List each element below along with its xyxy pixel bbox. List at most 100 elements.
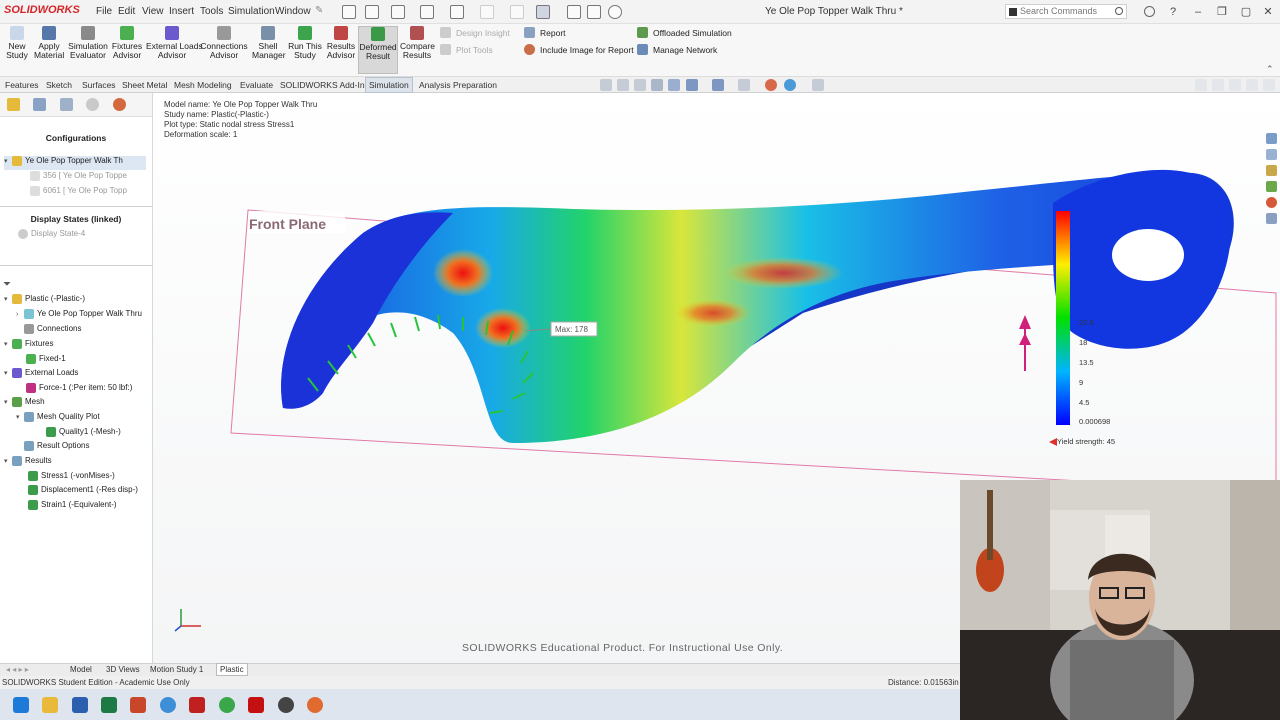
tab-motion-study[interactable]: Motion Study 1 [150,665,203,674]
config-item-active[interactable]: ▾ Ye Ole Pop Topper Walk Th [4,156,146,170]
search-input[interactable]: Search Commands [1005,4,1127,19]
new-document-icon[interactable] [365,5,379,19]
minimize-icon[interactable]: – [1192,6,1204,18]
menu-simulation[interactable]: Simulation [228,6,275,17]
display-state-item[interactable]: Display State-4 [18,229,148,243]
view-orientation-icon[interactable] [686,79,698,91]
dynamic-annotation-icon[interactable] [668,79,680,91]
hide-show-icon[interactable] [738,79,750,91]
view-palette-icon[interactable] [1266,181,1277,192]
report-button[interactable]: Report [524,27,566,38]
fixtures-advisor-button[interactable]: Fixtures Advisor [110,26,144,60]
help-icon[interactable]: ? [1167,6,1179,18]
tree-stress-1[interactable]: Stress1 (-vonMises-) [28,471,152,485]
panel-split-icon[interactable] [1229,79,1241,91]
redo-icon[interactable] [510,5,524,19]
file-properties-icon[interactable] [587,5,601,19]
tab-mesh-modeling[interactable]: Mesh Modeling [174,80,232,90]
offloaded-simulation-button[interactable]: Offloaded Simulation [637,27,732,38]
tab-addins[interactable]: SOLIDWORKS Add-Ins [280,80,369,90]
menu-insert[interactable]: Insert [169,6,194,17]
manage-network-button[interactable]: Manage Network [637,44,717,55]
tab-sketch[interactable]: Sketch [46,80,72,90]
external-loads-advisor-button[interactable]: External Loads Advisor [146,26,203,60]
simulation-evaluator-button[interactable]: Simulation Evaluator [68,26,108,60]
tree-mesh-quality-plot[interactable]: ▾ Mesh Quality Plot [16,412,152,426]
print-icon[interactable] [450,5,464,19]
close-icon[interactable]: ✕ [1262,6,1274,18]
select-icon[interactable] [536,5,550,19]
tree-result-options[interactable]: Result Options [16,441,152,455]
collapse-ribbon-icon[interactable]: ⌃ [1266,64,1274,75]
save-icon[interactable] [420,5,434,19]
powerpoint-icon[interactable] [130,697,146,713]
tree-force-1[interactable]: Force-1 (:Per item: 50 lbf:) [26,383,152,397]
results-advisor-button[interactable]: Results Advisor [326,26,356,60]
tab-model[interactable]: Model [70,665,92,674]
plot-tools-button[interactable]: Plot Tools [440,44,493,55]
excel-icon[interactable] [101,697,117,713]
restore-icon[interactable]: ❐ [1216,6,1228,18]
obs-icon[interactable] [278,697,294,713]
menu-edit[interactable]: Edit [118,6,135,17]
menu-tools[interactable]: Tools [200,6,223,17]
include-image-button[interactable]: Include Image for Report [524,44,634,55]
tab-features[interactable]: Features [5,80,39,90]
tab-3d-views[interactable]: 3D Views [106,665,140,674]
tab-scroll-arrows[interactable]: ◂ ◂ ▸ ▸ [6,665,29,674]
tree-fixtures[interactable]: ▾ Fixtures [4,339,152,353]
tree-part[interactable]: › Ye Ole Pop Topper Walk Thru [16,309,152,323]
displaymanager-tab-icon[interactable] [113,98,126,111]
user-icon[interactable] [1144,6,1155,17]
tab-plastic-study[interactable]: Plastic [216,663,248,676]
tree-study-plastic[interactable]: ▾ Plastic (-Plastic-) [4,294,152,308]
tree-mesh[interactable]: ▾ Mesh [4,397,152,411]
edit-appearance-icon[interactable] [765,79,777,91]
open-icon[interactable] [391,5,405,19]
config-item-6061[interactable]: 6061 [ Ye Ole Pop Topp [30,186,146,200]
featuremanager-tab-icon[interactable] [7,98,20,111]
configurationmanager-tab-icon[interactable] [60,98,73,111]
propertymanager-tab-icon[interactable] [33,98,46,111]
menu-file[interactable]: File [96,6,112,17]
tree-results[interactable]: ▾ Results [4,456,152,470]
rebuild-icon[interactable] [567,5,581,19]
options-gear-icon[interactable] [608,5,622,19]
word-icon[interactable] [72,697,88,713]
view-settings-icon[interactable] [812,79,824,91]
tree-quality-1[interactable]: Quality1 (-Mesh-) [46,427,152,441]
panel-close-icon[interactable] [1263,79,1275,91]
new-study-button[interactable]: New Study [4,26,30,60]
acrobat-icon[interactable] [248,697,264,713]
zoom-area-icon[interactable] [617,79,629,91]
apply-scene-icon[interactable] [784,79,796,91]
config-item-356[interactable]: 356 [ Ye Ole Pop Toppe [30,171,146,185]
solidworks-taskbar-icon[interactable] [189,697,205,713]
home-icon[interactable] [342,5,356,19]
appearances-icon[interactable] [1266,197,1277,208]
tree-fixed-1[interactable]: Fixed-1 [26,354,152,368]
file-explorer-icon[interactable] [1266,165,1277,176]
resources-icon[interactable] [1266,133,1277,144]
zoom-to-fit-icon[interactable] [600,79,612,91]
design-library-icon[interactable] [1266,149,1277,160]
tree-strain-1[interactable]: Strain1 (-Equivalent-) [28,500,152,514]
compare-results-button[interactable]: Compare Results [400,26,435,60]
filter-icon[interactable]: ⏷ [3,279,11,290]
browser-icon[interactable] [307,697,323,713]
panel-tile-icon[interactable] [1212,79,1224,91]
deformed-result-button[interactable]: Deformed Result [358,26,398,74]
shell-manager-button[interactable]: Shell Manager [252,26,286,60]
menu-view[interactable]: View [142,6,164,17]
panel-restore-icon[interactable] [1246,79,1258,91]
tab-simulation[interactable]: Simulation [365,77,413,93]
tab-evaluate[interactable]: Evaluate [240,80,273,90]
tab-analysis-preparation[interactable]: Analysis Preparation [419,80,497,90]
maximize-icon[interactable]: ▢ [1240,6,1252,18]
search-icon[interactable] [1115,7,1123,15]
tab-surfaces[interactable]: Surfaces [82,80,116,90]
apply-material-button[interactable]: Apply Material [34,26,64,60]
app-icon[interactable] [219,697,235,713]
dimxpert-tab-icon[interactable] [86,98,99,111]
windows-start-icon[interactable] [13,697,29,713]
